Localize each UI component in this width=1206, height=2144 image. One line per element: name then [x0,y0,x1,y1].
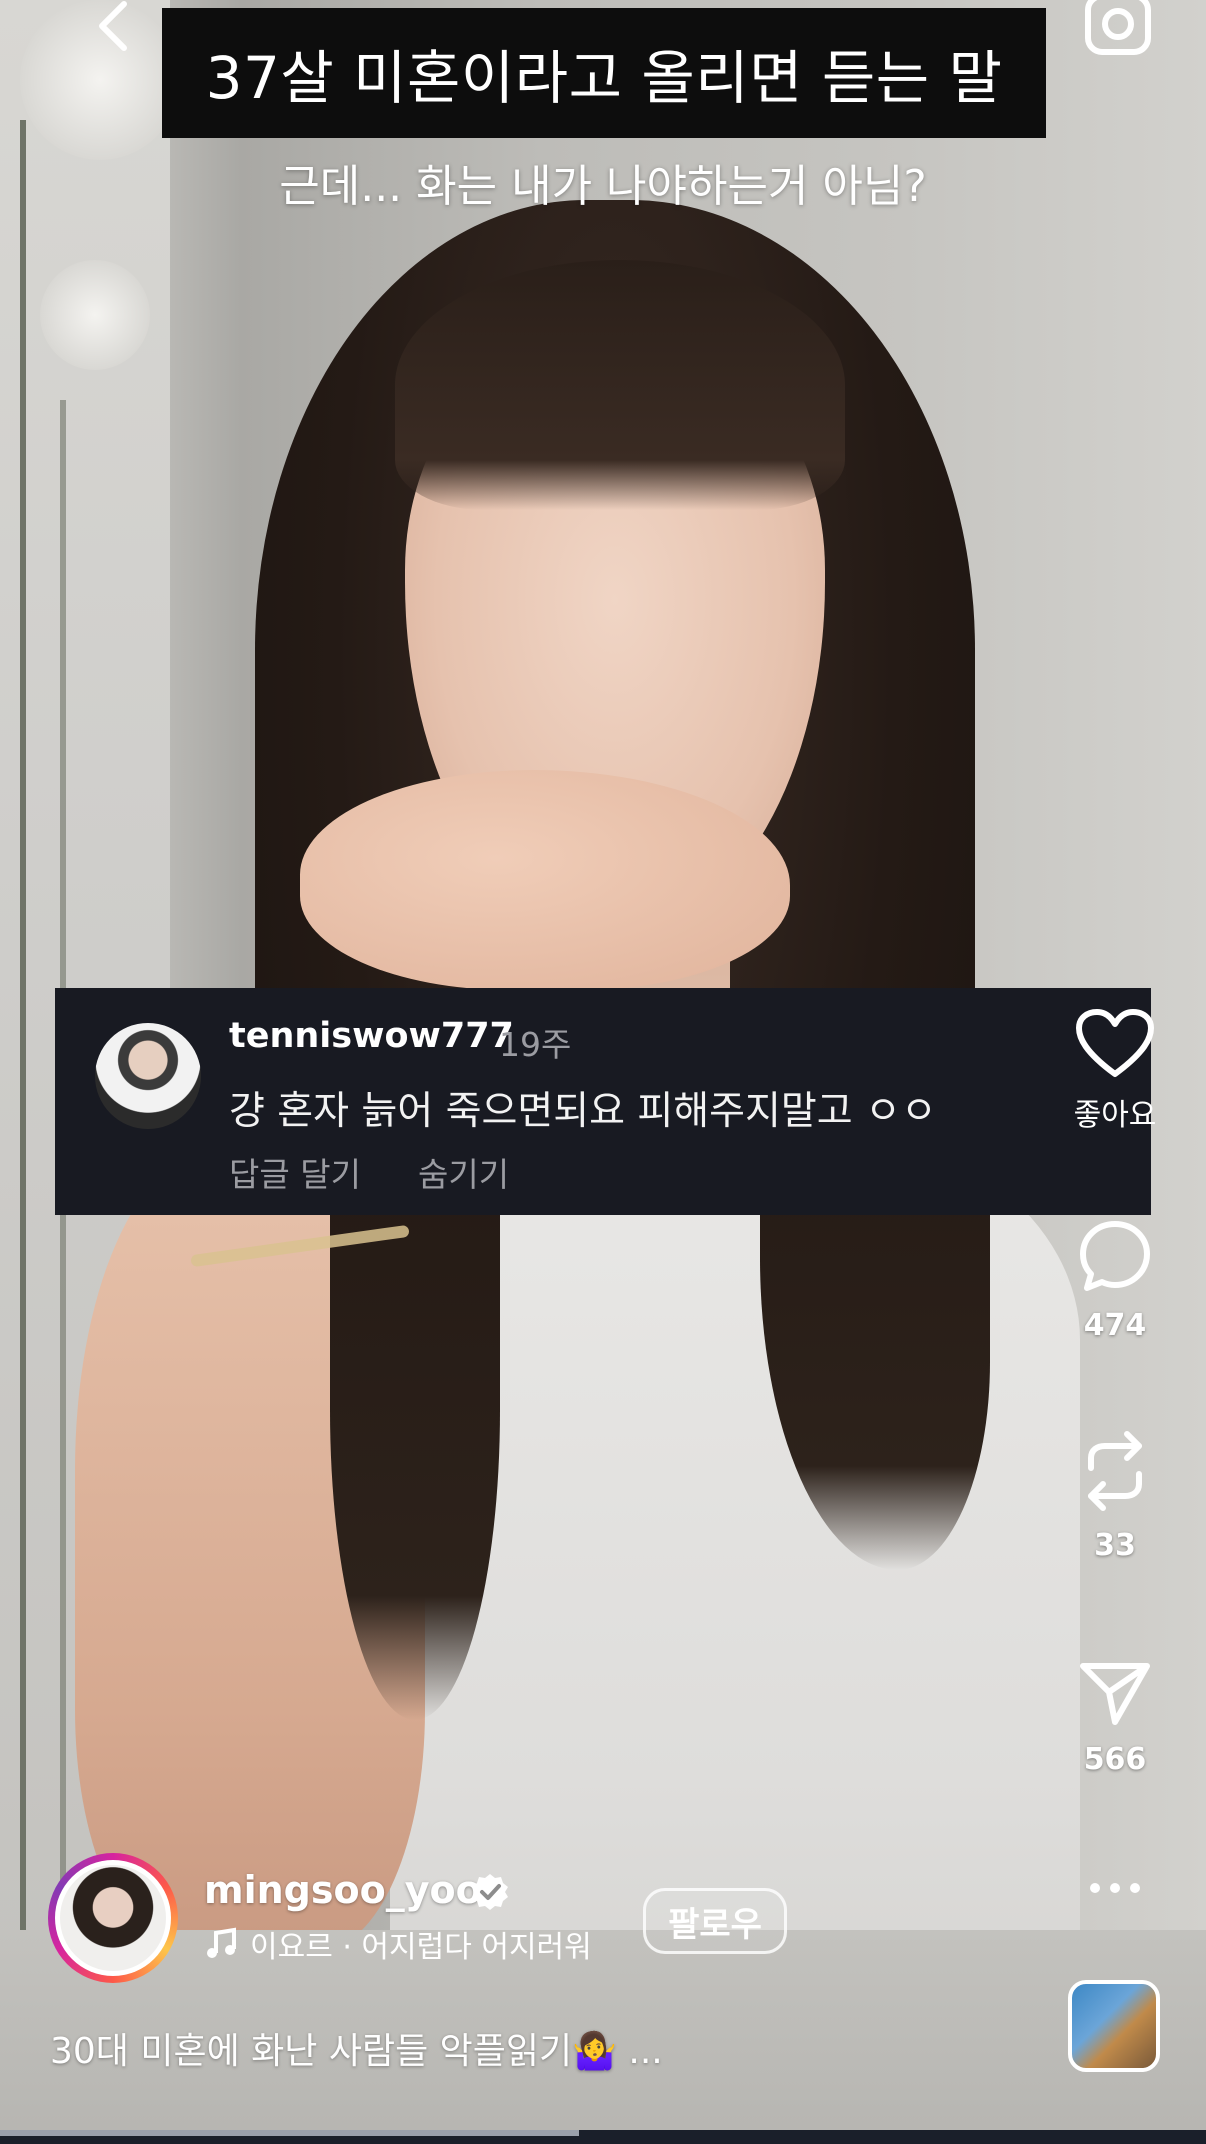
video-subtitle: 근데... 화는 내가 나야하는거 아님? [279,161,927,212]
subject-bangs [395,260,845,510]
video-title-banner: 37살 미혼이라고 올리면 듣는 말 [162,8,1046,138]
more-options-button[interactable] [1075,1878,1155,1898]
more-horizontal-icon [1090,1883,1140,1893]
comment-bubble-icon [1080,1221,1150,1291]
author-avatar-image [60,1865,166,1971]
author-username[interactable]: mingsoo_yoo [204,1868,482,1912]
video-title: 37살 미혼이라고 올리면 듣는 말 [205,44,1003,112]
heart-icon [1076,1009,1154,1077]
verified-badge-icon [472,1874,508,1910]
back-button[interactable] [86,0,146,60]
progress-fill [0,2130,579,2136]
reply-button[interactable]: 답글 달기 [229,1148,361,1196]
comment-text: 걍 혼자 늙어 죽으면되요 피해주지말고 ㅇㅇ [229,1089,937,1134]
audio-thumbnail[interactable] [1068,1980,1160,2072]
like-label: 좋아요 [1073,1098,1157,1133]
caption-text: 30대 미혼에 화난 사람들 악플읽기🤷‍♀️ [50,2031,617,2072]
repost-count: 33 [1094,1528,1136,1563]
comment-time: 19주 [499,1025,572,1064]
repost-icon [1088,1431,1142,1511]
caption[interactable]: 30대 미혼에 화난 사람들 악플읽기🤷‍♀️ ... [50,2022,663,2074]
flower-stem [20,120,26,2020]
follow-button[interactable]: 팔로우 [643,1888,787,1954]
share-count: 566 [1083,1742,1147,1777]
comment-button[interactable]: 474 [1065,1218,1165,1343]
comment-card: tenniswow777 19주 걍 혼자 늙어 죽으면되요 피해주지말고 ㅇㅇ… [55,988,1151,1215]
commenter-avatar[interactable] [95,1023,201,1129]
repost-button[interactable]: 33 [1065,1428,1165,1563]
share-button[interactable]: 566 [1065,1658,1165,1777]
caption-more[interactable]: ... [628,2031,662,2072]
camera-icon [1085,0,1151,55]
music-info[interactable]: 이요르 · 어지럽다 어지러워 [204,1922,592,1966]
camera-button[interactable] [1082,0,1154,62]
music-title: 이요르 · 어지럽다 어지러워 [250,1930,592,1965]
hide-button[interactable]: 숨기기 [418,1148,509,1196]
like-button[interactable]: 좋아요 [1065,1008,1165,1134]
comment-count: 474 [1083,1308,1147,1343]
chevron-left-icon [99,1,127,51]
music-note-icon [207,1927,236,1958]
commenter-username[interactable]: tenniswow777 [229,1016,514,1056]
flower-decoration [40,260,150,370]
author-avatar[interactable] [48,1853,178,1983]
paper-plane-icon [1080,1663,1150,1725]
